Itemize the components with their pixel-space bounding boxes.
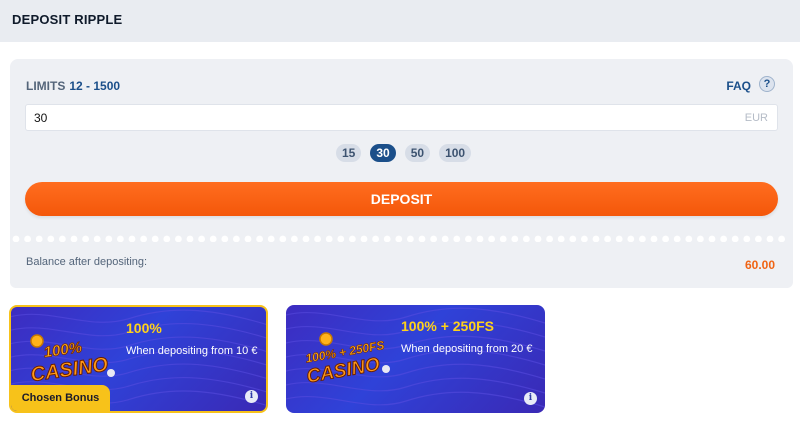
limits-label: LIMITS (26, 79, 66, 93)
header: DEPOSIT RIPPLE (0, 0, 800, 42)
preset-amount-chip[interactable]: 30 (370, 144, 396, 162)
balance-row: Balance after depositing: 60.00 (10, 242, 793, 288)
casino-badge-icon: 100% + 250FS CASINO (304, 332, 390, 387)
bonus-title: 100% + 250FS (401, 318, 495, 334)
deposit-button[interactable]: DEPOSIT (25, 182, 778, 216)
svg-text:CASINO: CASINO (29, 354, 110, 387)
chosen-bonus-badge: Chosen Bonus (11, 385, 110, 411)
preset-amount-chip[interactable]: 100 (439, 144, 472, 162)
faq-link[interactable]: FAQ (726, 79, 751, 93)
preset-amount-chip[interactable]: 15 (336, 144, 362, 162)
bonus-description: When depositing from 20 € (401, 343, 533, 355)
info-icon[interactable]: i (245, 390, 258, 403)
casino-badge-icon: 100% CASINO (29, 334, 115, 387)
balance-label: Balance after depositing: (26, 256, 148, 268)
page-title: DEPOSIT RIPPLE (12, 12, 123, 27)
info-icon[interactable]: i (524, 392, 537, 405)
bonus-card[interactable]: 100% CASINO 100% When depositing from 10… (9, 305, 268, 413)
bonus-card[interactable]: 100% + 250FS CASINO 100% + 250FS When de… (286, 305, 545, 413)
bonus-description: When depositing from 10 € (126, 345, 258, 357)
bonus-title: 100% (126, 320, 162, 336)
amount-input[interactable] (34, 111, 634, 125)
preset-amount-chip[interactable]: 50 (404, 144, 431, 162)
limits-range: 12 - 1500 (69, 79, 121, 93)
question-icon[interactable]: ? (759, 76, 775, 92)
deposit-panel: LIMITS12 - 1500 FAQ ? EUR 15 30 50 100 D… (10, 59, 793, 235)
amount-field[interactable]: EUR (25, 104, 778, 131)
balance-value: 60.00 (744, 258, 775, 272)
preset-amounts: 15 30 50 100 (336, 144, 472, 162)
limits: LIMITS 12 - 1500 (26, 79, 120, 93)
currency-label: EUR (744, 112, 768, 124)
